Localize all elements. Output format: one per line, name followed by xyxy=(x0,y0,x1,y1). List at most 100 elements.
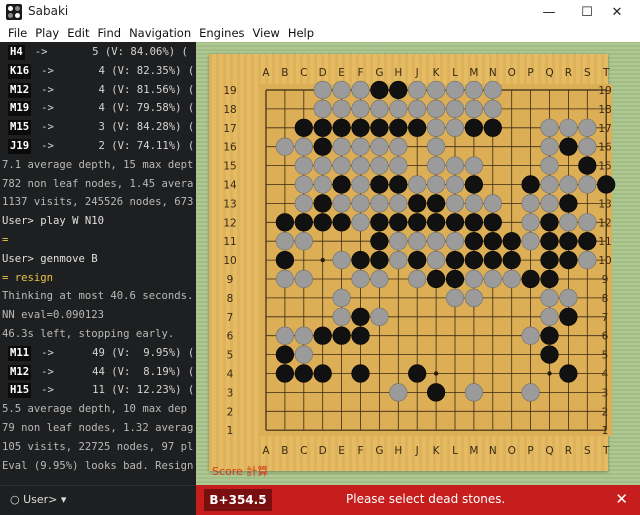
black-stone[interactable] xyxy=(332,118,351,137)
dead-white-stone[interactable] xyxy=(313,99,332,118)
black-stone[interactable] xyxy=(464,213,484,232)
dead-white-stone[interactable] xyxy=(351,156,370,175)
dead-white-stone[interactable] xyxy=(427,137,446,156)
black-stone[interactable] xyxy=(540,232,559,251)
black-stone[interactable] xyxy=(540,326,559,345)
black-stone[interactable] xyxy=(275,345,295,364)
dead-white-stone[interactable] xyxy=(370,137,389,156)
dead-white-stone[interactable] xyxy=(483,194,502,213)
dead-white-stone[interactable] xyxy=(313,175,332,194)
black-stone[interactable] xyxy=(427,194,446,213)
black-stone[interactable] xyxy=(389,213,408,232)
dead-white-stone[interactable] xyxy=(275,137,295,156)
dead-white-stone[interactable] xyxy=(389,251,408,270)
dead-white-stone[interactable] xyxy=(540,118,559,137)
dead-white-stone[interactable] xyxy=(389,99,408,118)
dead-white-stone[interactable] xyxy=(294,194,313,213)
dead-white-stone[interactable] xyxy=(502,269,521,289)
dead-white-stone[interactable] xyxy=(464,99,484,118)
black-stone[interactable] xyxy=(540,345,559,364)
dead-white-stone[interactable] xyxy=(332,99,351,118)
black-stone[interactable] xyxy=(559,307,578,326)
dead-white-stone[interactable] xyxy=(445,99,465,118)
black-stone[interactable] xyxy=(408,213,427,232)
dead-white-stone[interactable] xyxy=(408,232,427,251)
black-stone[interactable] xyxy=(597,175,616,194)
black-stone[interactable] xyxy=(389,175,408,194)
dead-white-stone[interactable] xyxy=(275,326,295,345)
black-stone[interactable] xyxy=(275,364,295,383)
dead-white-stone[interactable] xyxy=(464,194,484,213)
black-stone[interactable] xyxy=(351,307,370,326)
black-stone[interactable] xyxy=(313,118,332,137)
dead-white-stone[interactable] xyxy=(427,232,446,251)
dead-white-stone[interactable] xyxy=(294,232,313,251)
dead-white-stone[interactable] xyxy=(445,288,465,308)
black-stone[interactable] xyxy=(445,213,465,232)
dead-white-stone[interactable] xyxy=(540,194,559,213)
black-stone[interactable] xyxy=(389,118,408,137)
black-stone[interactable] xyxy=(275,251,295,270)
black-stone[interactable] xyxy=(464,118,484,137)
dead-white-stone[interactable] xyxy=(313,80,332,100)
dead-white-stone[interactable] xyxy=(294,137,313,156)
dead-white-stone[interactable] xyxy=(389,383,408,402)
dead-white-stone[interactable] xyxy=(483,99,502,118)
dead-white-stone[interactable] xyxy=(351,99,370,118)
black-stone[interactable] xyxy=(351,326,370,345)
dead-white-stone[interactable] xyxy=(521,213,540,232)
dead-white-stone[interactable] xyxy=(540,156,559,175)
black-stone[interactable] xyxy=(464,175,484,194)
dead-white-stone[interactable] xyxy=(521,326,540,345)
black-stone[interactable] xyxy=(559,251,578,270)
dead-white-stone[interactable] xyxy=(427,118,446,137)
dead-white-stone[interactable] xyxy=(332,307,351,326)
dead-white-stone[interactable] xyxy=(351,175,370,194)
dead-white-stone[interactable] xyxy=(427,175,446,194)
black-stone[interactable] xyxy=(578,232,597,251)
dead-white-stone[interactable] xyxy=(332,80,351,100)
black-stone[interactable] xyxy=(332,175,351,194)
dead-white-stone[interactable] xyxy=(389,232,408,251)
dead-white-stone[interactable] xyxy=(275,232,295,251)
dead-white-stone[interactable] xyxy=(370,307,389,326)
dead-white-stone[interactable] xyxy=(332,156,351,175)
dead-white-stone[interactable] xyxy=(332,251,351,270)
black-stone[interactable] xyxy=(521,175,540,194)
dead-white-stone[interactable] xyxy=(559,118,578,137)
dead-white-stone[interactable] xyxy=(370,99,389,118)
black-stone[interactable] xyxy=(389,80,408,100)
dead-white-stone[interactable] xyxy=(445,156,465,175)
black-stone[interactable] xyxy=(540,213,559,232)
dead-white-stone[interactable] xyxy=(351,137,370,156)
black-stone[interactable] xyxy=(370,251,389,270)
black-stone[interactable] xyxy=(332,213,351,232)
black-stone[interactable] xyxy=(408,118,427,137)
black-stone[interactable] xyxy=(445,269,465,289)
black-stone[interactable] xyxy=(294,364,313,383)
dead-white-stone[interactable] xyxy=(483,80,502,100)
dead-white-stone[interactable] xyxy=(445,118,465,137)
dead-white-stone[interactable] xyxy=(370,194,389,213)
black-stone[interactable] xyxy=(370,232,389,251)
black-stone[interactable] xyxy=(540,251,559,270)
black-stone[interactable] xyxy=(351,364,370,383)
black-stone[interactable] xyxy=(408,364,427,383)
dead-white-stone[interactable] xyxy=(351,269,370,289)
close-score-mode-button[interactable]: ✕ xyxy=(615,490,628,508)
dead-white-stone[interactable] xyxy=(351,194,370,213)
black-stone[interactable] xyxy=(464,251,484,270)
dead-white-stone[interactable] xyxy=(427,251,446,270)
goban-drawing[interactable]: AABBCCDDEEFFGGHHJJKKLLMMNNOOPPQQRRSSTT19… xyxy=(0,0,640,515)
dead-white-stone[interactable] xyxy=(578,251,597,270)
dead-white-stone[interactable] xyxy=(540,137,559,156)
dead-white-stone[interactable] xyxy=(578,213,597,232)
dead-white-stone[interactable] xyxy=(445,175,465,194)
black-stone[interactable] xyxy=(370,80,389,100)
black-stone[interactable] xyxy=(578,156,597,175)
dead-white-stone[interactable] xyxy=(313,156,332,175)
dead-white-stone[interactable] xyxy=(464,156,484,175)
black-stone[interactable] xyxy=(540,269,559,289)
dead-white-stone[interactable] xyxy=(578,137,597,156)
dead-white-stone[interactable] xyxy=(464,80,484,100)
